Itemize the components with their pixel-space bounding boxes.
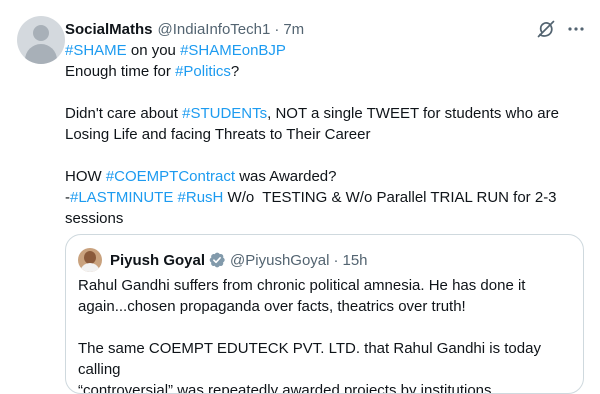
tweet-timestamp[interactable]: 7m (283, 21, 304, 38)
tweet-text-segment: was Awarded? (235, 168, 337, 185)
tweet-text-segment: , NOT a single TWEET for students who ar… (267, 105, 559, 122)
tweet-line: Losing Life and facing Threats to Their … (65, 124, 585, 145)
tweet-text-segment: Enough time for (65, 63, 176, 80)
tweet-line: sessions (65, 208, 585, 229)
quoted-timestamp[interactable]: 15h (342, 252, 367, 269)
hashtag-link[interactable]: #LASTMINUTE (70, 189, 173, 206)
tweet-text: #SHAME on you #SHAMEonBJP Enough time fo… (65, 40, 585, 229)
verified-badge-icon (209, 252, 225, 268)
hashtag-link[interactable]: #SHAME (65, 42, 127, 59)
quoted-user-handle[interactable]: @PiyushGoyal (230, 252, 329, 269)
hashtag-link[interactable]: #Politics (175, 63, 231, 80)
tweet-text-segment: sessions (65, 210, 124, 227)
separator-dot: · (274, 20, 280, 38)
hashtag-link[interactable]: #STUDENTs (182, 105, 267, 122)
hashtag-link[interactable]: #SHAMEonBJP (180, 42, 286, 59)
quoted-line: again...chosen propaganda over facts, th… (78, 298, 466, 315)
tweet-header: SocialMaths @IndiaInfoTech1 · 7m (65, 18, 304, 40)
hashtag-link[interactable]: #RusH (178, 189, 224, 206)
tweet-text-segment: ? (230, 63, 240, 80)
tweet-text-segment: on you (126, 42, 181, 59)
separator-dot: · (333, 251, 339, 269)
avatar[interactable] (17, 16, 65, 64)
tweet-line: -#LASTMINUTE #RusH W/o TESTING & W/o Par… (65, 187, 585, 208)
tweet-line: Enough time for #Politics? (65, 61, 585, 82)
quoted-line: Rahul Gandhi suffers from chronic politi… (78, 277, 526, 294)
tweet-text-segment: W/o TESTING & W/o Parallel TRIAL RUN for… (223, 189, 557, 206)
quoted-line: The same COEMPT EDUTECK PVT. LTD. that R… (78, 340, 541, 378)
quoted-line: “controversial” was repeatedly awarded p… (78, 382, 509, 394)
tweet-line: Didn't care about #STUDENTs, NOT a singl… (65, 103, 585, 124)
tweet-text-segment: HOW (65, 168, 106, 185)
tweet-line: #SHAME on you #SHAMEonBJP (65, 40, 585, 61)
quoted-tweet-header: Piyush Goyal @PiyushGoyal · 15h (78, 245, 368, 275)
quoted-display-name[interactable]: Piyush Goyal (110, 252, 205, 269)
quoted-tweet-text: Rahul Gandhi suffers from chronic politi… (78, 275, 574, 394)
display-name[interactable]: SocialMaths (65, 21, 153, 38)
tweet[interactable]: SocialMaths @IndiaInfoTech1 · 7m #SHAME … (0, 0, 600, 394)
grok-icon[interactable] (536, 19, 556, 39)
hashtag-link[interactable]: #COEMPTContract (106, 168, 235, 185)
quoted-tweet[interactable]: Piyush Goyal @PiyushGoyal · 15h Rahul Ga… (65, 234, 584, 394)
tweet-text-segment: Didn't care about (65, 105, 183, 122)
quoted-avatar[interactable] (78, 248, 102, 272)
more-icon[interactable] (567, 21, 585, 37)
tweet-line: HOW #COEMPTContract was Awarded? (65, 166, 585, 187)
tweet-text-segment: Losing Life and facing Threats to Their … (65, 126, 371, 143)
user-handle[interactable]: @IndiaInfoTech1 (158, 21, 271, 38)
